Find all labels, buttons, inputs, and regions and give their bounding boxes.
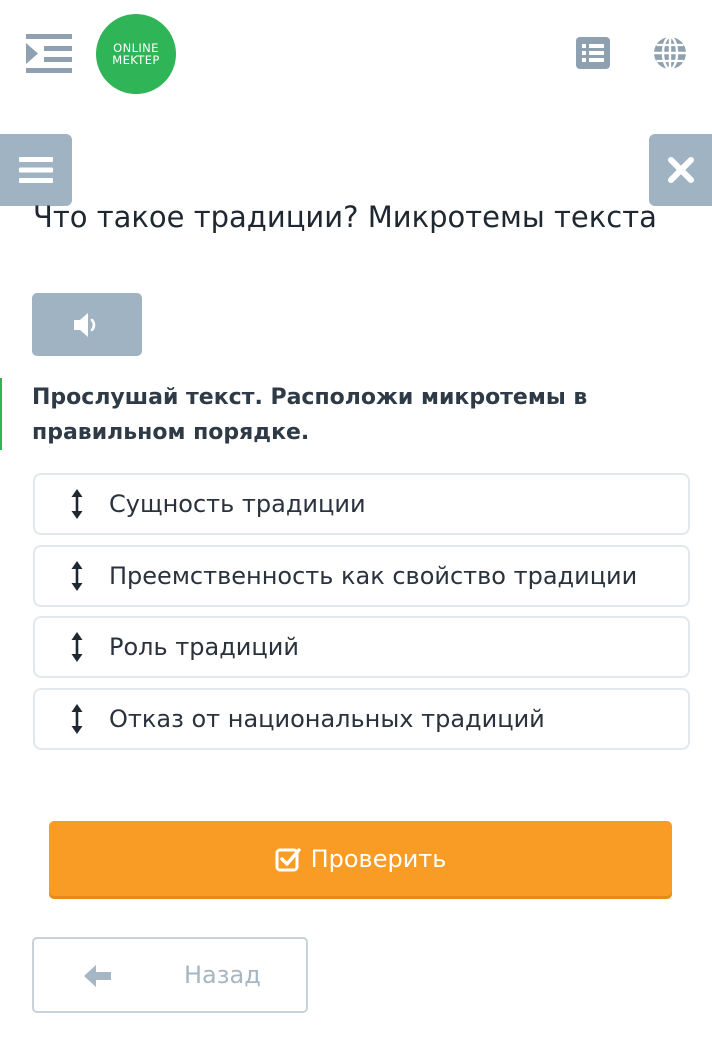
sortable-item[interactable]: Сущность традиции [33,473,690,535]
indent-menu-icon[interactable] [26,32,72,74]
list-icon[interactable] [576,37,610,69]
logo-line-2: Mektep [112,53,160,67]
speaker-icon [74,312,96,337]
arrow-left-icon [84,965,111,987]
online-mektep-logo[interactable]: Online Mektep [96,14,176,94]
progress-accent-bar [0,378,2,450]
task-instruction: Прослушай текст. Расположи микротемы в п… [32,385,588,445]
sortable-item-label: Сущность традиции [109,490,366,518]
page-title: Что такое традиции? Микротемы текста [33,200,657,234]
sortable-list: Сущность традиции Преемственность как св… [33,473,690,759]
check-answer-button[interactable]: Проверить [49,821,672,896]
close-button[interactable] [649,134,712,206]
play-audio-button[interactable] [32,293,142,356]
sortable-item[interactable]: Отказ от национальных традиций [33,687,690,750]
globe-icon[interactable] [652,35,688,71]
hamburger-icon [19,157,53,183]
sortable-item-label: Роль традиций [109,633,299,661]
side-menu-button[interactable] [0,134,72,206]
close-icon [667,157,694,183]
sortable-item-label: Преемственность как свойство традиции [109,561,638,590]
app-header: Online Mektep [0,0,712,110]
check-answer-label: Проверить [310,844,447,873]
back-button-label: Назад [184,961,261,989]
drag-handle-icon[interactable] [67,703,87,734]
drag-handle-icon[interactable] [67,489,87,519]
sortable-item[interactable]: Преемственность как свойство традиции [33,544,690,607]
sortable-item[interactable]: Роль традиций [33,616,690,678]
checkbox-check-icon [275,847,301,871]
drag-handle-icon[interactable] [67,632,87,662]
sortable-item-label: Отказ от национальных традиций [109,704,545,733]
drag-handle-icon[interactable] [67,560,87,591]
back-button[interactable]: Назад [32,937,308,1013]
